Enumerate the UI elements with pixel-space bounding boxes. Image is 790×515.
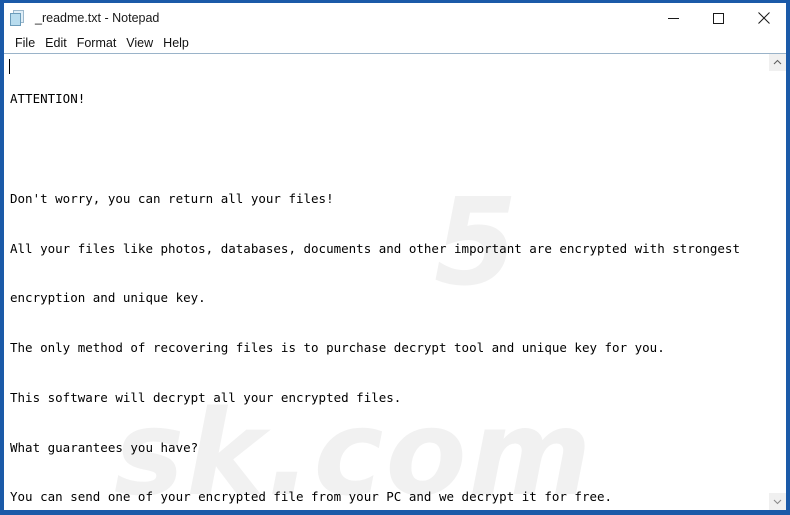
- menu-item-file[interactable]: File: [10, 37, 40, 50]
- scroll-up-button[interactable]: [769, 54, 786, 71]
- menu-bar: File Edit Format View Help: [4, 33, 786, 53]
- text-line: [10, 141, 768, 158]
- close-button[interactable]: [741, 3, 786, 33]
- text-line: encryption and unique key.: [10, 290, 206, 306]
- text-line: Don't worry, you can return all your fil…: [10, 190, 334, 206]
- vertical-scrollbar[interactable]: [768, 54, 786, 510]
- scroll-down-button[interactable]: [769, 493, 786, 510]
- minimize-button[interactable]: [651, 3, 696, 33]
- window-title: _readme.txt - Notepad: [35, 10, 160, 25]
- title-bar[interactable]: _readme.txt - Notepad: [4, 3, 786, 33]
- chevron-down-icon: [773, 499, 782, 505]
- scrollbar-thumb[interactable]: [769, 71, 786, 493]
- menu-item-view[interactable]: View: [121, 37, 158, 50]
- text-caret: [9, 59, 10, 74]
- notepad-window: _readme.txt - Notepad File Edit Format V…: [0, 0, 790, 515]
- text-line: The only method of recovering files is t…: [10, 340, 665, 356]
- maximize-icon: [713, 12, 724, 24]
- text-line: All your files like photos, databases, d…: [10, 240, 740, 256]
- text-line: This software will decrypt all your encr…: [10, 389, 402, 405]
- menu-item-format[interactable]: Format: [72, 37, 122, 50]
- text-line: You can send one of your encrypted file …: [10, 489, 613, 505]
- chevron-up-icon: [773, 59, 782, 65]
- window-controls: [651, 3, 786, 33]
- menu-item-help[interactable]: Help: [158, 37, 194, 50]
- maximize-button[interactable]: [696, 3, 741, 33]
- minimize-icon: [668, 17, 679, 19]
- text-line: What guarantees you have?: [10, 439, 199, 455]
- close-icon: [757, 12, 770, 24]
- editor-area: 5 sk.com ATTENTION! Don't worry, you can…: [4, 53, 786, 510]
- menu-item-edit[interactable]: Edit: [40, 37, 72, 50]
- title-bar-left: _readme.txt - Notepad: [4, 3, 159, 33]
- text-line: ATTENTION!: [10, 91, 86, 107]
- ransom-note-text: ATTENTION! Don't worry, you can return a…: [4, 54, 768, 510]
- text-editor[interactable]: 5 sk.com ATTENTION! Don't worry, you can…: [4, 54, 768, 510]
- notepad-document-icon: [10, 9, 27, 27]
- scrollbar-track[interactable]: [769, 71, 786, 493]
